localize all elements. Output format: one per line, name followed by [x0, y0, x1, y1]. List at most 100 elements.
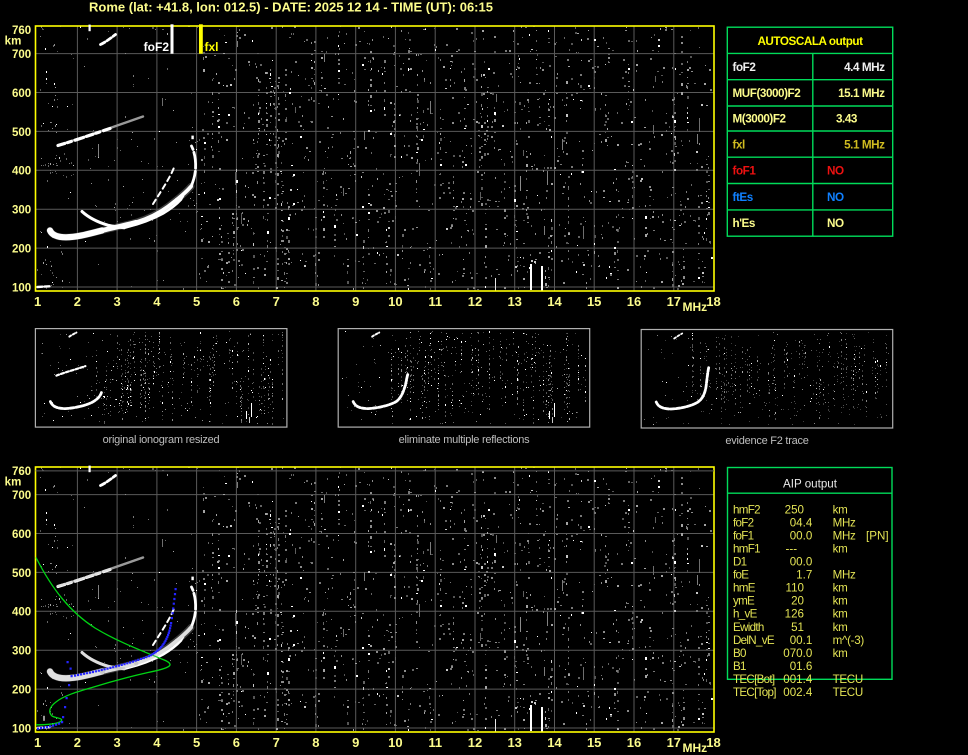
svg-text:TEC[Bot]: TEC[Bot] — [733, 673, 775, 686]
svg-text:hmF2: hmF2 — [733, 503, 760, 516]
svg-text:AUTOSCALA output: AUTOSCALA output — [757, 35, 863, 48]
svg-text:4: 4 — [153, 294, 161, 309]
svg-text:km: km — [833, 582, 848, 595]
svg-text:18: 18 — [706, 735, 720, 750]
svg-text:foF2: foF2 — [733, 61, 757, 74]
svg-text:200: 200 — [12, 685, 31, 697]
svg-text:12: 12 — [468, 294, 482, 309]
svg-text:km: km — [833, 608, 848, 621]
svg-text:km: km — [833, 621, 848, 634]
svg-text:M(3000)F2: M(3000)F2 — [733, 113, 787, 126]
svg-text:1.7: 1.7 — [796, 569, 812, 582]
svg-text:B1: B1 — [733, 660, 746, 673]
svg-text:3: 3 — [113, 294, 120, 309]
svg-text:20: 20 — [791, 595, 804, 608]
svg-text:MUF(3000)F2: MUF(3000)F2 — [733, 87, 802, 100]
svg-text:ftEs: ftEs — [733, 191, 754, 204]
svg-text:foF2: foF2 — [733, 516, 754, 529]
svg-text:00.1: 00.1 — [790, 634, 813, 647]
svg-text:13: 13 — [507, 294, 521, 309]
svg-text:8: 8 — [312, 294, 319, 309]
svg-text:MHz: MHz — [833, 516, 856, 529]
svg-text:01.6: 01.6 — [790, 660, 813, 673]
svg-text:15: 15 — [587, 735, 601, 750]
svg-text:18: 18 — [706, 294, 720, 309]
svg-text:700: 700 — [12, 49, 31, 61]
svg-text:11: 11 — [428, 735, 442, 750]
svg-text:9: 9 — [352, 735, 359, 750]
svg-text:00.0: 00.0 — [790, 529, 813, 542]
svg-text:DelN_vE: DelN_vE — [733, 634, 775, 647]
svg-text:km: km — [833, 595, 848, 608]
svg-text:3.43: 3.43 — [836, 113, 858, 126]
svg-text:NO: NO — [827, 217, 844, 230]
svg-text:foF1: foF1 — [733, 529, 754, 542]
svg-text:2: 2 — [74, 735, 81, 750]
svg-text:001.4: 001.4 — [783, 673, 813, 686]
svg-text:51: 51 — [791, 621, 804, 634]
svg-text:D1: D1 — [733, 556, 747, 569]
svg-text:5: 5 — [193, 735, 200, 750]
svg-text:200: 200 — [12, 244, 31, 256]
svg-text:04.4: 04.4 — [790, 516, 813, 529]
svg-text:17: 17 — [667, 735, 681, 750]
svg-text:TEC[Top]: TEC[Top] — [733, 686, 776, 699]
svg-text:fxl: fxl — [205, 40, 219, 54]
svg-text:foF2: foF2 — [144, 40, 170, 54]
svg-text:NO: NO — [827, 165, 844, 178]
svg-text:foF1: foF1 — [733, 165, 757, 178]
svg-text:3: 3 — [113, 735, 120, 750]
svg-text:h'Es: h'Es — [733, 217, 756, 230]
svg-text:MHz: MHz — [833, 569, 856, 582]
svg-text:ymE: ymE — [733, 595, 755, 608]
svg-text:TECU: TECU — [833, 673, 863, 686]
svg-text:[PN]: [PN] — [866, 529, 889, 542]
svg-text:400: 400 — [12, 166, 31, 178]
svg-text:B0: B0 — [733, 647, 746, 660]
svg-text:600: 600 — [12, 88, 31, 100]
svg-text:Ewidth: Ewidth — [733, 621, 764, 634]
svg-text:8: 8 — [312, 735, 319, 750]
svg-text:MHz: MHz — [683, 741, 708, 755]
svg-text:12: 12 — [468, 735, 482, 750]
svg-text:17: 17 — [667, 294, 681, 309]
svg-text:1: 1 — [34, 735, 41, 750]
svg-text:10: 10 — [388, 294, 402, 309]
svg-text:km: km — [833, 647, 848, 660]
svg-text:500: 500 — [12, 127, 31, 139]
svg-text:300: 300 — [12, 646, 31, 658]
svg-text:16: 16 — [627, 735, 641, 750]
svg-text:h_vE: h_vE — [733, 608, 758, 621]
svg-text:evidence F2 trace: evidence F2 trace — [725, 435, 808, 447]
svg-text:126: 126 — [785, 608, 804, 621]
svg-text:hmE: hmE — [733, 582, 756, 595]
svg-text:14: 14 — [547, 735, 562, 750]
svg-text:10: 10 — [388, 735, 402, 750]
svg-text:700: 700 — [12, 490, 31, 502]
svg-text:7: 7 — [273, 294, 280, 309]
svg-text:15.1 MHz: 15.1 MHz — [838, 87, 885, 100]
svg-text:4: 4 — [153, 735, 161, 750]
svg-text:100: 100 — [12, 282, 31, 294]
svg-text:---: --- — [786, 543, 798, 556]
svg-text:110: 110 — [786, 582, 804, 595]
svg-text:6: 6 — [233, 294, 240, 309]
svg-text:hmF1: hmF1 — [733, 543, 760, 556]
svg-text:15: 15 — [587, 294, 601, 309]
svg-text:14: 14 — [547, 294, 562, 309]
svg-text:500: 500 — [12, 568, 31, 580]
svg-text:foE: foE — [733, 569, 749, 582]
svg-text:fxl: fxl — [733, 138, 745, 151]
svg-text:2: 2 — [74, 294, 81, 309]
svg-text:11: 11 — [428, 294, 442, 309]
svg-text:16: 16 — [627, 294, 641, 309]
svg-text:eliminate multiple reflections: eliminate multiple reflections — [399, 434, 530, 446]
svg-text:NO: NO — [827, 191, 844, 204]
svg-text:6: 6 — [233, 735, 240, 750]
svg-text:Rome (lat: +41.8, lon: 012.5): Rome (lat: +41.8, lon: 012.5) - DATE: 20… — [89, 0, 493, 15]
svg-text:7: 7 — [273, 735, 280, 750]
svg-text:km: km — [5, 36, 22, 48]
svg-text:1: 1 — [34, 294, 41, 309]
svg-text:km: km — [833, 543, 848, 556]
svg-text:5: 5 — [193, 294, 200, 309]
